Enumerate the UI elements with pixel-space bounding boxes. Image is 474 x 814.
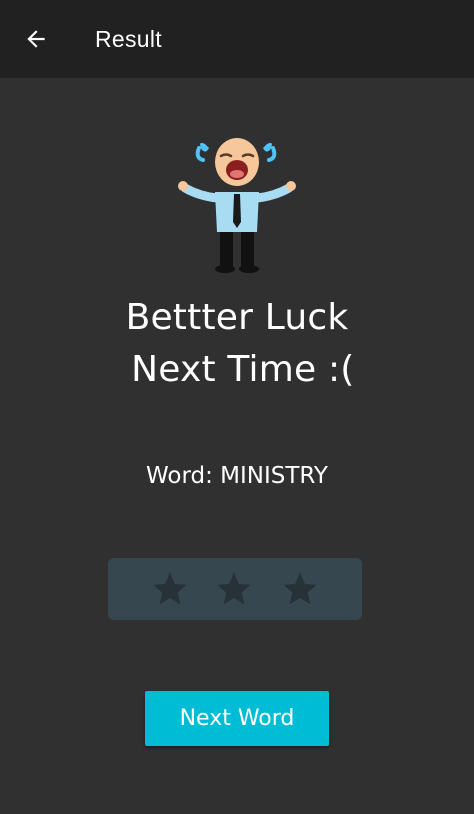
star-empty-icon: [153, 572, 187, 605]
star-empty-icon: [283, 572, 317, 605]
star-rating: [108, 558, 362, 620]
star-empty-icon: [217, 572, 251, 605]
crying-businessman-icon: [178, 138, 296, 273]
word-label: Word: MINISTRY: [145, 463, 328, 489]
arrow-back-icon: [27, 30, 45, 48]
back-button[interactable]: [16, 19, 56, 59]
next-word-button[interactable]: Next Word: [145, 691, 329, 746]
result-screen: Result Bettter Luck Next Time :( Word: M…: [0, 0, 474, 814]
app-toolbar: Result: [0, 0, 474, 78]
result-headline: Bettter Luck Next Time :(: [125, 297, 355, 390]
toolbar-title: Result: [95, 26, 162, 52]
